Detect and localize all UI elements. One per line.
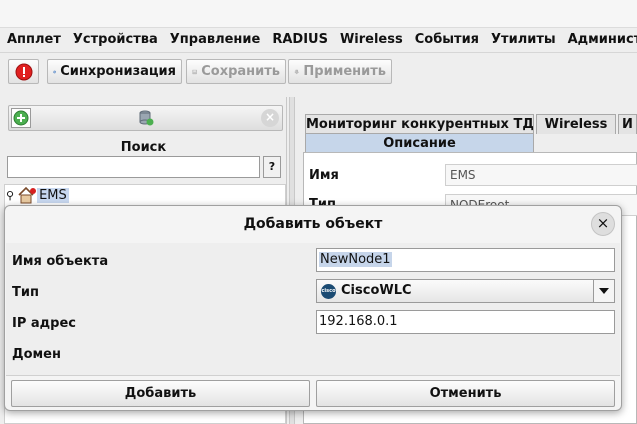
tree-root-label: EMS — [37, 187, 69, 203]
dialog-close-button[interactable]: × — [591, 212, 615, 236]
menu-administration[interactable]: Администрир — [562, 32, 637, 47]
alert-icon — [15, 63, 32, 80]
close-circle-icon: × — [264, 110, 276, 124]
save-icon — [192, 69, 197, 74]
remove-node-button[interactable]: × — [261, 109, 279, 127]
chevron-down-icon[interactable] — [593, 280, 614, 302]
tab-description[interactable]: Описание — [305, 133, 534, 153]
sync-button[interactable]: Синхронизация — [47, 59, 182, 84]
network-home-icon — [18, 186, 37, 204]
add-button[interactable]: Добавить — [11, 380, 310, 407]
sync-icon — [53, 70, 56, 73]
close-icon: × — [596, 214, 610, 232]
search-input[interactable] — [7, 156, 260, 178]
tree-expand-handle-icon[interactable]: ⚲ — [6, 189, 14, 202]
sync-label: Синхронизация — [60, 64, 176, 79]
save-button[interactable]: Сохранить — [186, 59, 286, 84]
object-name-label: Имя объекта — [12, 254, 109, 269]
type-select[interactable]: cisco CiscoWLC — [316, 279, 615, 303]
object-name-input[interactable]: NewNode1 — [316, 248, 615, 272]
menu-management[interactable]: Управление — [164, 32, 267, 47]
window-top-strip — [0, 0, 637, 28]
alert-button[interactable] — [8, 59, 39, 84]
menu-utilities[interactable]: Утилиты — [485, 32, 562, 47]
dialog-separator — [6, 375, 620, 376]
type-label: Тип — [12, 285, 39, 300]
ip-address-input[interactable]: 192.168.0.1 — [316, 310, 615, 334]
menu-wireless[interactable]: Wireless — [334, 32, 409, 47]
object-name-value: NewNode1 — [319, 252, 392, 267]
domain-label: Домен — [12, 347, 61, 362]
type-selected-value: CiscoWLC — [341, 283, 412, 298]
tree-toolbar: × — [8, 105, 283, 131]
cancel-button[interactable]: Отменить — [316, 380, 615, 407]
tree-root-node[interactable]: ⚲ EMS — [6, 186, 69, 204]
add-node-button[interactable] — [11, 108, 31, 128]
prop-name-label: Имя — [309, 168, 339, 183]
apply-button[interactable]: Применить — [288, 59, 392, 84]
prop-name-value[interactable]: EMS — [445, 164, 637, 186]
search-help-button[interactable]: ? — [263, 156, 281, 178]
cisco-logo-icon: cisco — [321, 283, 336, 299]
tab-competitor-ap-monitoring[interactable]: Мониторинг конкурентных ТД — [305, 114, 534, 134]
menu-applet[interactable]: Апплет — [0, 32, 67, 47]
database-icon — [139, 110, 154, 126]
tab-overflow[interactable]: И — [618, 114, 637, 134]
save-label: Сохранить — [201, 64, 280, 79]
arrow-down-icon — [294, 69, 300, 74]
menu-radius[interactable]: RADIUS — [266, 32, 334, 47]
tab-wireless[interactable]: Wireless — [536, 114, 616, 134]
plus-icon — [13, 110, 29, 126]
menu-devices[interactable]: Устройства — [67, 32, 164, 47]
main-toolbar: Синхронизация Сохранить Применить — [0, 52, 637, 88]
menu-bar: Апплет Устройства Управление RADIUS Wire… — [0, 28, 637, 50]
ip-address-label: IP адрес — [12, 316, 76, 331]
domain-value — [316, 343, 615, 365]
dialog-title: Добавить объект — [243, 216, 383, 232]
search-label: Поиск — [120, 140, 167, 155]
menu-events[interactable]: События — [409, 32, 485, 47]
refresh-tree-button[interactable] — [137, 109, 155, 127]
apply-label: Применить — [303, 64, 386, 79]
